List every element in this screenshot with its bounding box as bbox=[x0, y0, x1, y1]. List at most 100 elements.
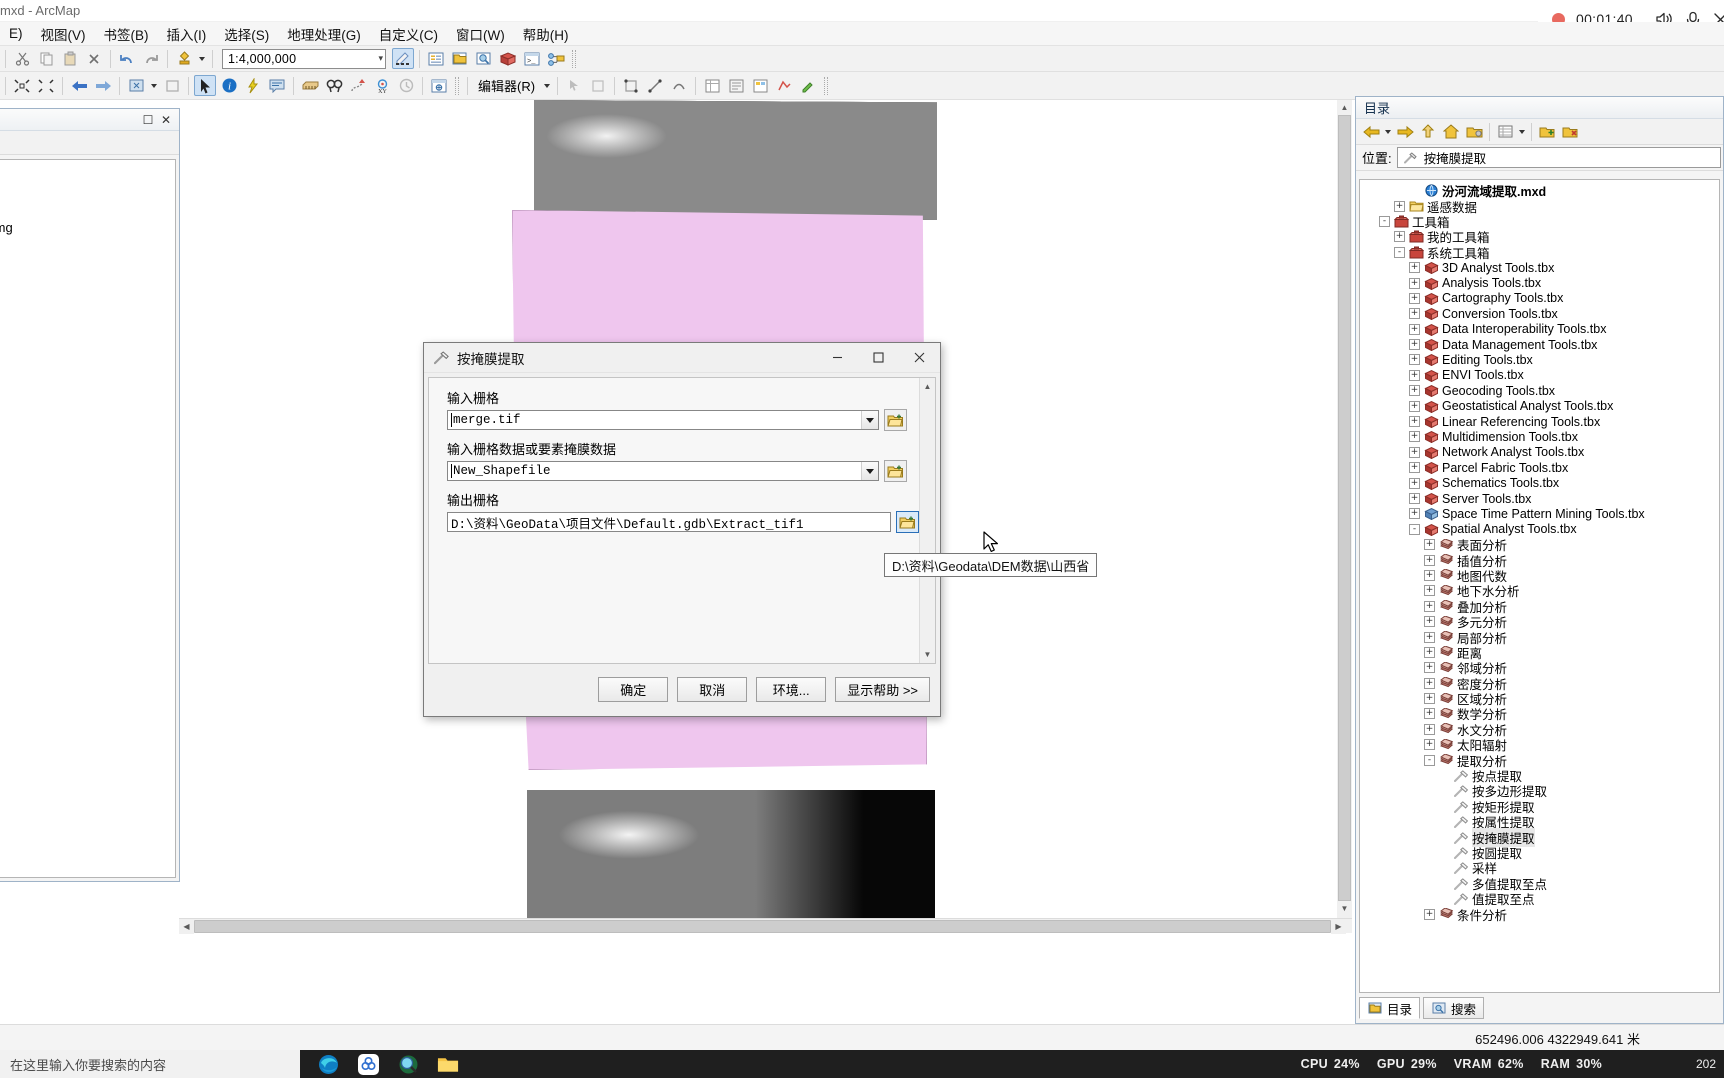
menu-item-help[interactable]: 帮助(H) bbox=[514, 22, 578, 46]
location-combo[interactable]: 按掩膜提取 bbox=[1396, 147, 1721, 168]
editor-dropdown-icon[interactable] bbox=[542, 75, 552, 96]
expand-node-icon[interactable]: + bbox=[1394, 231, 1405, 243]
expand-node-icon[interactable]: + bbox=[1424, 908, 1435, 920]
menu-item-0[interactable]: E) bbox=[0, 24, 32, 43]
expand-node-icon[interactable]: + bbox=[1424, 723, 1435, 735]
redo-icon[interactable] bbox=[140, 48, 162, 69]
output-raster-input[interactable]: D:\资料\GeoData\项目文件\Default.gdb\Extract_t… bbox=[447, 512, 891, 532]
find-route-icon[interactable] bbox=[347, 75, 369, 96]
full-extent-icon[interactable] bbox=[161, 75, 183, 96]
scroll-left-icon[interactable]: ◀ bbox=[179, 918, 194, 934]
trace-icon[interactable] bbox=[668, 75, 690, 96]
paste-icon[interactable] bbox=[59, 48, 81, 69]
expand-node-icon[interactable]: + bbox=[1424, 569, 1435, 581]
catalog-tree-node[interactable]: + Multidimension Tools.tbx bbox=[1360, 429, 1719, 444]
minimize-icon[interactable] bbox=[817, 343, 858, 372]
forward-extent-icon[interactable] bbox=[92, 75, 114, 96]
toc-layer-list[interactable]: w_Shapefile n_srtm_59_05.img 值 高 : 3061 … bbox=[0, 159, 176, 878]
expand-node-icon[interactable]: + bbox=[1424, 739, 1435, 751]
go-to-xy-icon[interactable]: XY bbox=[371, 75, 393, 96]
editor-menu-label[interactable]: 编辑器(R) bbox=[473, 76, 540, 95]
catalog-tree-node[interactable]: + Network Analyst Tools.tbx bbox=[1360, 445, 1719, 460]
arcmap-icon[interactable] bbox=[397, 1053, 419, 1075]
edge-icon[interactable] bbox=[317, 1053, 339, 1075]
straight-segment-icon[interactable] bbox=[644, 75, 666, 96]
mask-data-combo[interactable]: New_Shapefile bbox=[447, 461, 879, 481]
expand-node-icon[interactable]: + bbox=[1409, 477, 1420, 489]
catalog-tree-node[interactable]: + 地图代数 bbox=[1360, 568, 1719, 584]
toolbar-grip[interactable] bbox=[824, 76, 829, 95]
close-icon[interactable] bbox=[899, 343, 940, 372]
expand-node-icon[interactable]: + bbox=[1424, 708, 1435, 720]
catalog-tree-node[interactable]: + 条件分析 bbox=[1360, 906, 1719, 923]
copy-icon[interactable] bbox=[35, 48, 57, 69]
expand-node-icon[interactable]: + bbox=[1424, 693, 1435, 705]
input-raster-combo[interactable]: merge.tif bbox=[447, 410, 879, 430]
input-raster-browse-button[interactable] bbox=[884, 409, 907, 431]
python-window-icon[interactable]: >_ bbox=[521, 48, 543, 69]
catalog-window-icon[interactable] bbox=[449, 48, 471, 69]
catalog-tree-node[interactable]: + 距离 bbox=[1360, 645, 1719, 661]
menu-item-geoprocessing[interactable]: 地理处理(G) bbox=[278, 22, 370, 46]
expand-node-icon[interactable]: + bbox=[1409, 431, 1420, 443]
connect-to-folder-icon[interactable] bbox=[1536, 121, 1558, 142]
catalog-tree-node[interactable]: + Data Management Tools.tbx bbox=[1360, 337, 1719, 352]
catalog-tree-node[interactable]: + Editing Tools.tbx bbox=[1360, 352, 1719, 367]
scroll-up-icon[interactable]: ▲ bbox=[920, 378, 936, 395]
pencil-icon[interactable] bbox=[797, 75, 819, 96]
back-icon[interactable] bbox=[1360, 121, 1382, 142]
catalog-tree-node[interactable]: 按多边形提取 bbox=[1360, 783, 1719, 799]
pan-dropdown-icon[interactable] bbox=[149, 75, 159, 96]
file-explorer-icon[interactable] bbox=[437, 1053, 459, 1075]
catalog-tree-node[interactable]: - Spatial Analyst Tools.tbx bbox=[1360, 522, 1719, 537]
edit-vertices-icon[interactable] bbox=[773, 75, 795, 96]
cut-icon[interactable] bbox=[11, 48, 33, 69]
zoom-in-fixed-icon[interactable] bbox=[11, 75, 33, 96]
expand-node-icon[interactable]: + bbox=[1424, 600, 1435, 612]
view-details-icon[interactable] bbox=[1494, 121, 1516, 142]
expand-node-icon[interactable]: + bbox=[1409, 323, 1420, 335]
catalog-tree-node[interactable]: + Linear Referencing Tools.tbx bbox=[1360, 414, 1719, 429]
catalog-tree[interactable]: 汾河流域提取.mxd + 遥感数据 - 工具箱 + 我的工具箱 - 系统工具箱 +3D Analy… bbox=[1359, 179, 1720, 993]
expand-node-icon[interactable]: + bbox=[1424, 554, 1435, 566]
construction-tool-icon[interactable] bbox=[620, 75, 642, 96]
catalog-tree-node[interactable]: + Geocoding Tools.tbx bbox=[1360, 383, 1719, 398]
sketch-properties-icon[interactable] bbox=[725, 75, 747, 96]
catalog-tree-node[interactable]: 按属性提取 bbox=[1360, 814, 1719, 830]
catalog-tree-node[interactable]: + 密度分析 bbox=[1360, 676, 1719, 692]
ok-button[interactable]: 确定 bbox=[598, 676, 669, 702]
toc-maximize-icon[interactable]: ☐ bbox=[139, 111, 157, 129]
scrollbar-thumb[interactable] bbox=[1338, 115, 1351, 901]
table-of-contents-panel[interactable]: ☐ ✕ w_Shapefile n_srtm_59_05.img 值 高 : 3… bbox=[0, 108, 180, 882]
catalog-tree-node[interactable]: + Space Time Pattern Mining Tools.tbx bbox=[1360, 506, 1719, 521]
expand-node-icon[interactable]: + bbox=[1424, 677, 1435, 689]
measure-icon[interactable] bbox=[299, 75, 321, 96]
zoom-out-fixed-icon[interactable] bbox=[35, 75, 57, 96]
menu-item-windows[interactable]: 窗口(W) bbox=[447, 22, 514, 46]
catalog-panel[interactable]: 目录 位置: 按掩膜提取 汾河流域提取.mxd + 遥感数据 - 工具箱 + 我的工具箱 - 系… bbox=[1355, 96, 1724, 1024]
cancel-button[interactable]: 取消 bbox=[677, 676, 748, 702]
collapse-node-icon[interactable]: - bbox=[1409, 523, 1420, 535]
catalog-tree-node[interactable]: + 表面分析 bbox=[1360, 537, 1719, 553]
search-window-icon[interactable] bbox=[473, 48, 495, 69]
catalog-tree-node[interactable]: + 水文分析 bbox=[1360, 722, 1719, 738]
catalog-tree-node[interactable]: + ENVI Tools.tbx bbox=[1360, 368, 1719, 383]
catalog-tree-node[interactable]: + 区域分析 bbox=[1360, 691, 1719, 707]
chevron-down-icon[interactable]: ▾ bbox=[378, 53, 383, 64]
expand-node-icon[interactable]: + bbox=[1409, 277, 1420, 289]
delete-icon[interactable] bbox=[83, 48, 105, 69]
expand-node-icon[interactable]: + bbox=[1424, 616, 1435, 628]
expand-node-icon[interactable]: + bbox=[1409, 462, 1420, 474]
catalog-tree-node[interactable]: + 数学分析 bbox=[1360, 706, 1719, 722]
toc-close-icon[interactable]: ✕ bbox=[157, 111, 175, 129]
catalog-tree-node[interactable]: + Parcel Fabric Tools.tbx bbox=[1360, 460, 1719, 475]
add-data-icon[interactable] bbox=[173, 48, 195, 69]
catalog-tree-node[interactable]: + 我的工具箱 bbox=[1360, 229, 1719, 245]
toolbar-grip[interactable] bbox=[455, 76, 459, 95]
expand-node-icon[interactable]: + bbox=[1394, 200, 1405, 212]
catalog-tree-node[interactable]: 按矩形提取 bbox=[1360, 799, 1719, 815]
toc-layer-item[interactable]: n_srtm_59_05.img bbox=[0, 219, 171, 236]
expand-node-icon[interactable]: + bbox=[1409, 385, 1420, 397]
scrollbar-thumb[interactable] bbox=[194, 919, 1331, 933]
catalog-tree-node[interactable]: + Server Tools.tbx bbox=[1360, 491, 1719, 506]
